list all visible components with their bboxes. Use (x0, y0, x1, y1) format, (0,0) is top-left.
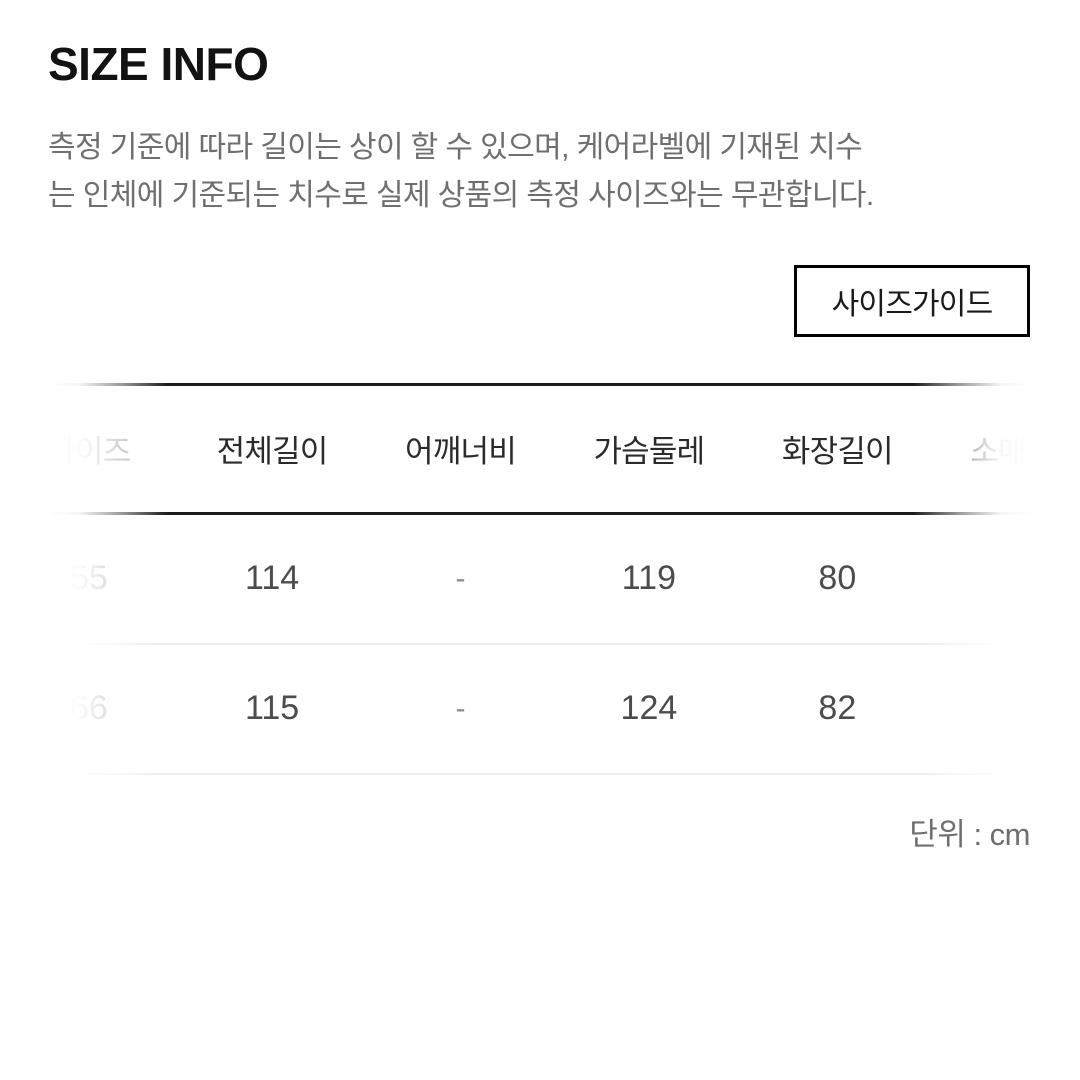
size-table-body: 55 114 - 119 80 - 66 115 - 124 82 - (48, 513, 1032, 775)
size-table-header: 사이즈 전체길이 어깨너비 가슴둘레 화장길이 소매길이 (48, 382, 1032, 515)
table-header-row: 사이즈 전체길이 어깨너비 가슴둘레 화장길이 소매길이 (48, 382, 1032, 515)
size-guide-row: 사이즈가이드 (48, 221, 1032, 337)
cell-sleeve-length: - (931, 513, 1032, 645)
size-table-container: 사이즈 전체길이 어깨너비 가슴둘레 화장길이 소매길이 55 114 - 11… (48, 382, 1032, 775)
column-header-total-length: 전체길이 (177, 382, 367, 515)
cell-total-length: 115 (177, 643, 367, 775)
column-header-size: 사이즈 (48, 382, 178, 515)
page-title: SIZE INFO (48, 38, 269, 90)
cell-shoulder-width: - (366, 643, 555, 775)
size-guide-button[interactable]: 사이즈가이드 (794, 264, 1030, 337)
size-table-scroll[interactable]: 사이즈 전체길이 어깨너비 가슴둘레 화장길이 소매길이 55 114 - 11… (48, 382, 1032, 775)
cell-sleeve-to-shoulder: 82 (743, 643, 932, 775)
cell-chest: 124 (554, 643, 744, 775)
cell-sleeve-length: - (931, 643, 1032, 775)
column-header-sleeve-to-shoulder: 화장길이 (743, 382, 932, 515)
table-row: 66 115 - 124 82 - (48, 643, 1032, 775)
cell-sleeve-to-shoulder: 80 (743, 513, 932, 645)
cell-size: 66 (48, 643, 178, 775)
column-header-shoulder-width: 어깨너비 (366, 382, 555, 515)
cell-shoulder-width: - (366, 513, 555, 645)
size-info-section: SIZE INFO 측정 기준에 따라 길이는 상이 할 수 있으며, 케어라벨… (0, 0, 1080, 1080)
unit-note: 단위 : cm (909, 816, 1030, 852)
cell-total-length: 114 (177, 513, 367, 645)
cell-chest: 119 (554, 513, 744, 645)
column-header-chest: 가슴둘레 (554, 382, 744, 515)
size-info-description: 측정 기준에 따라 길이는 상이 할 수 있으며, 케어라벨에 기재된 치수 는… (48, 130, 874, 213)
cell-size: 55 (48, 513, 178, 645)
size-table: 사이즈 전체길이 어깨너비 가슴둘레 화장길이 소매길이 55 114 - 11… (48, 382, 1032, 775)
column-header-sleeve-length: 소매길이 (931, 382, 1032, 515)
table-row: 55 114 - 119 80 - (48, 513, 1032, 645)
